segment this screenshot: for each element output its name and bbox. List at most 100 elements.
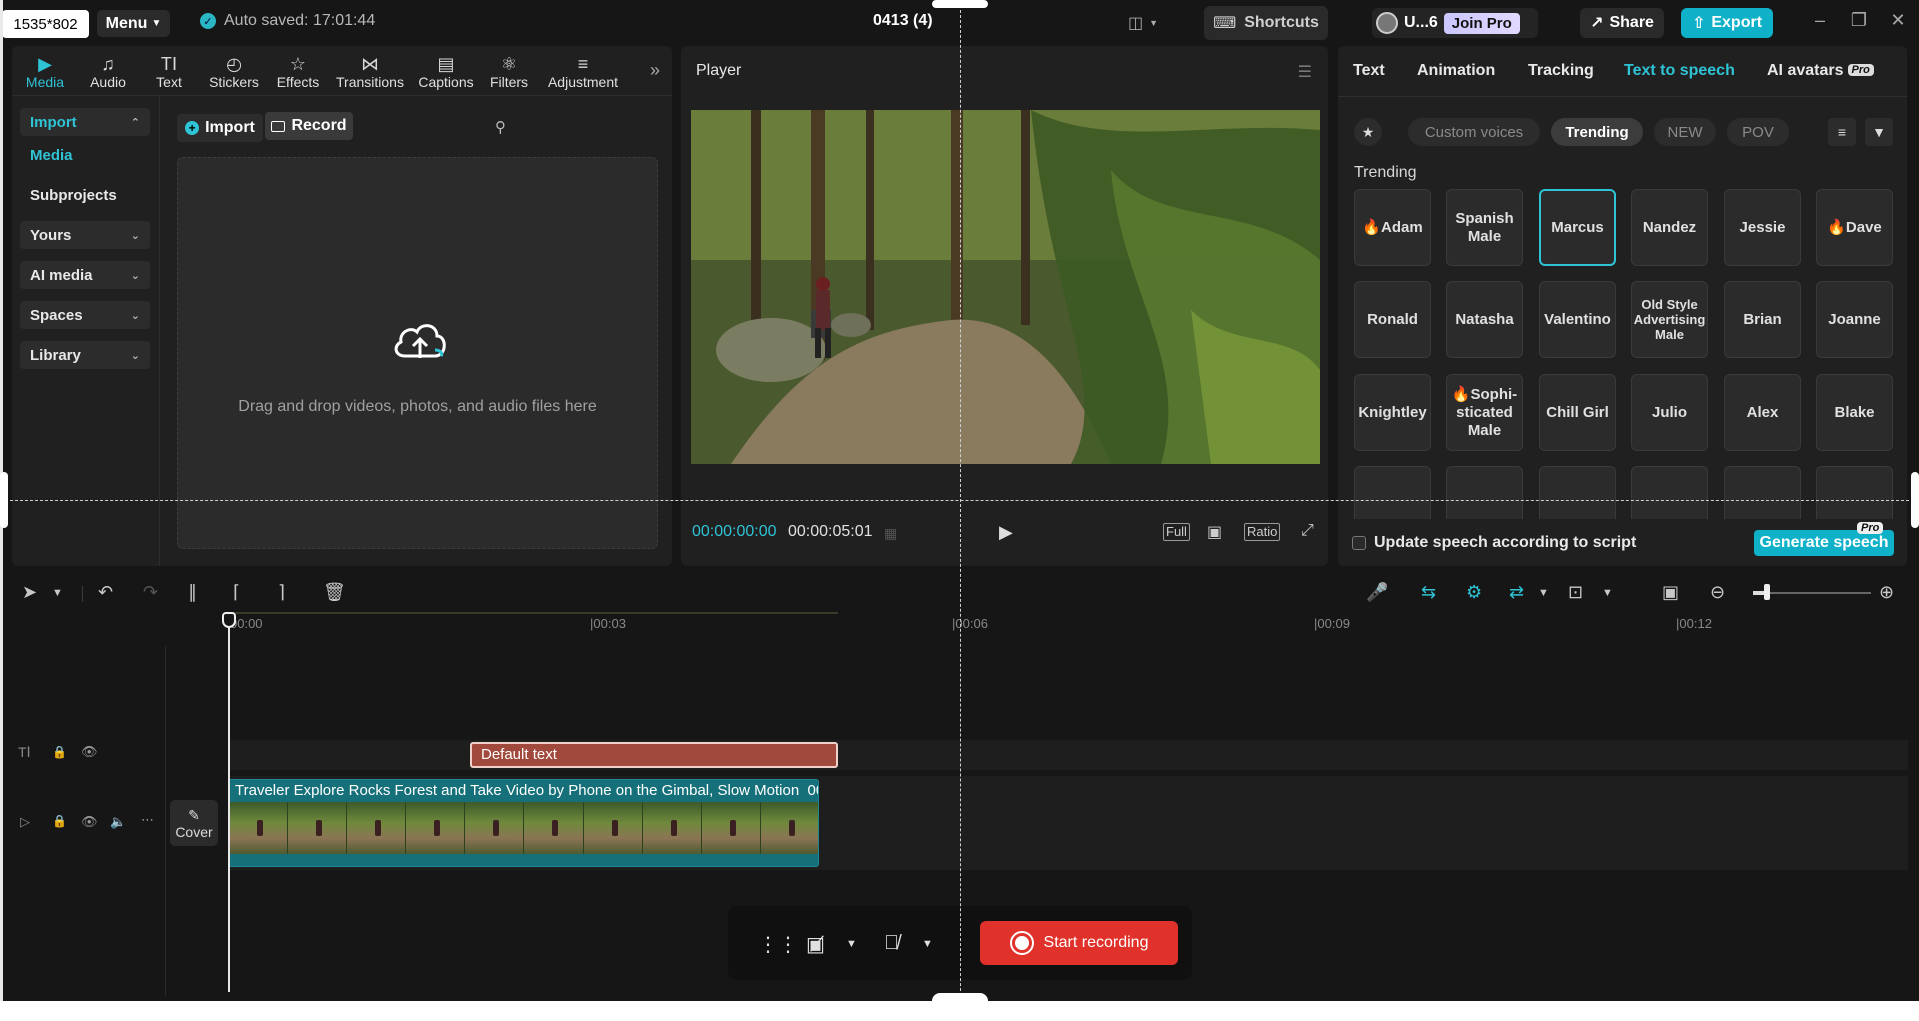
fullscreen-icon[interactable]: ⤢ <box>1301 522 1314 540</box>
full-button[interactable]: Full <box>1163 523 1190 541</box>
timeline-ruler[interactable]: 00:00 |00:03 |00:06 |00:09 |00:12 <box>228 612 1908 636</box>
voice-card-dave[interactable]: 🔥 Dave <box>1816 189 1893 266</box>
record-button[interactable]: Record <box>265 112 353 140</box>
chevron-down-icon[interactable]: ▼ <box>922 938 933 950</box>
tab-ai-avatars[interactable]: AI avatars Pro <box>1767 62 1874 80</box>
voice-card-joanne[interactable]: Joanne <box>1816 281 1893 358</box>
screenshot-icon[interactable]: ▣ <box>1207 522 1222 542</box>
restore-icon[interactable]: ❐ <box>1846 10 1872 31</box>
voice-card-brian[interactable]: Brian <box>1724 281 1801 358</box>
chevron-down-icon[interactable]: ▼ <box>1538 587 1549 599</box>
sidebar-item-yours[interactable]: Yours ⌄ <box>20 221 150 249</box>
chevron-down-icon[interactable]: ▼ <box>1865 118 1893 146</box>
ratio-button[interactable]: Ratio <box>1244 523 1281 541</box>
zoom-fit-icon[interactable]: ▣ <box>1662 582 1679 603</box>
microphone-icon[interactable]: 🎤 <box>1366 582 1388 603</box>
split-right-icon[interactable]: ⌉ <box>278 582 285 603</box>
tab-media[interactable]: ▶ Media <box>16 50 74 94</box>
chip-new[interactable]: NEW <box>1654 118 1716 146</box>
zoom-slider-handle[interactable] <box>1764 584 1770 600</box>
sidebar-item-ai-media[interactable]: AI media ⌄ <box>20 261 150 289</box>
resize-handle-top[interactable] <box>932 0 988 8</box>
voice-card-valentino[interactable]: Valentino <box>1539 281 1616 358</box>
tab-audio[interactable]: ♫ Audio <box>80 50 136 94</box>
eye-icon[interactable]: 👁 <box>81 814 98 830</box>
split-left-icon[interactable]: ⌈ <box>233 582 240 603</box>
share-button[interactable]: ↗ Share <box>1580 8 1664 38</box>
tab-text-to-speech[interactable]: Text to speech <box>1624 62 1735 80</box>
chevron-down-icon[interactable]: ▼ <box>1602 587 1613 599</box>
layout-button[interactable]: ◫ ▼ <box>1128 12 1168 34</box>
tab-adjustment[interactable]: ≡ Adjustment <box>540 50 626 94</box>
magnet-link-icon[interactable]: ⇆ <box>1421 582 1436 603</box>
camera-off-icon[interactable]: ▣̸ <box>806 932 825 957</box>
voice-card-alex[interactable]: Alex <box>1724 374 1801 451</box>
voice-card-partial[interactable] <box>1354 466 1431 519</box>
play-icon[interactable]: ▶ <box>999 522 1013 543</box>
export-button[interactable]: ⇧ Export <box>1681 8 1773 38</box>
lock-icon[interactable]: 🔒 <box>52 814 67 828</box>
speaker-icon[interactable]: 🔈 <box>110 814 126 830</box>
voice-card-partial[interactable] <box>1724 466 1801 519</box>
split-icon[interactable]: ∥ <box>188 582 197 603</box>
video-clip[interactable]: Traveler Explore Rocks Forest and Take V… <box>228 779 819 867</box>
link-icon[interactable]: ⇄ <box>1509 582 1524 603</box>
voice-card-partial[interactable] <box>1816 466 1893 519</box>
sidebar-item-spaces[interactable]: Spaces ⌄ <box>20 301 150 329</box>
voice-card-jessie[interactable]: Jessie <box>1724 189 1801 266</box>
voice-card-nandez[interactable]: Nandez <box>1631 189 1708 266</box>
sidebar-item-subprojects[interactable]: Subprojects <box>20 181 150 209</box>
voice-card-spanish-male[interactable]: Spanish Male <box>1446 189 1523 266</box>
resize-handle-left[interactable] <box>0 472 8 528</box>
import-button[interactable]: + Import <box>177 114 263 142</box>
voice-card-blake[interactable]: Blake <box>1816 374 1893 451</box>
sidebar-item-import[interactable]: Import ⌃ <box>20 108 150 136</box>
voice-card-partial[interactable] <box>1631 466 1708 519</box>
video-preview[interactable] <box>691 110 1320 464</box>
chevron-down-icon[interactable]: ▼ <box>846 938 857 950</box>
tab-tracking[interactable]: Tracking <box>1528 62 1594 80</box>
voice-card-natasha[interactable]: Natasha <box>1446 281 1523 358</box>
zoom-in-icon[interactable]: ⊕ <box>1879 582 1894 603</box>
shortcuts-button[interactable]: ⌨ Shortcuts <box>1204 6 1328 40</box>
voice-card-marcus[interactable]: Marcus <box>1539 189 1616 266</box>
more-icon[interactable]: ⋯ <box>141 812 154 828</box>
join-pro-button[interactable]: Join Pro <box>1443 12 1520 34</box>
tab-animation[interactable]: Animation <box>1417 62 1495 80</box>
redo-icon[interactable]: ↷ <box>143 582 158 603</box>
start-recording-button[interactable]: Start recording <box>980 921 1178 965</box>
cover-button[interactable]: ✎ Cover <box>170 800 218 846</box>
project-title[interactable]: 0413 (4) <box>873 12 933 30</box>
tab-text[interactable]: TⅠ Text <box>144 50 194 94</box>
voice-card-sophisticated-male[interactable]: 🔥Sophi-sticated Male <box>1446 374 1523 451</box>
text-clip[interactable]: Default text <box>470 742 838 768</box>
playhead[interactable] <box>228 612 230 992</box>
voice-card-partial[interactable] <box>1539 466 1616 519</box>
sidebar-item-library[interactable]: Library ⌄ <box>20 341 150 369</box>
playhead-handle[interactable] <box>222 612 236 628</box>
chip-custom-voices[interactable]: Custom voices <box>1408 118 1540 146</box>
favorites-star-icon[interactable]: ★ <box>1354 118 1382 146</box>
hamburger-icon[interactable]: ☰ <box>1298 62 1312 82</box>
zoom-slider-track[interactable] <box>1753 592 1871 594</box>
tab-text[interactable]: Text <box>1353 62 1385 80</box>
tab-filters[interactable]: ⚛ Filters <box>484 50 534 94</box>
minimize-icon[interactable]: – <box>1807 10 1833 31</box>
lock-icon[interactable]: 🔒 <box>52 745 67 759</box>
tab-effects[interactable]: ☆ Effects <box>270 50 326 94</box>
microphone-off-icon[interactable]: 🎙̸ <box>884 932 899 955</box>
select-cursor-icon[interactable]: ➤ <box>22 582 37 603</box>
menu-button[interactable]: Menu ▼ <box>97 10 170 37</box>
update-speech-checkbox[interactable] <box>1352 536 1366 550</box>
tab-captions[interactable]: ▤ Captions <box>414 50 478 94</box>
voice-card-julio[interactable]: Julio <box>1631 374 1708 451</box>
voice-card-chill-girl[interactable]: Chill Girl <box>1539 374 1616 451</box>
drag-handle-icon[interactable]: ⋮⋮ <box>758 932 798 957</box>
chip-trending[interactable]: Trending <box>1551 118 1643 146</box>
sidebar-item-media[interactable]: Media <box>20 141 150 169</box>
undo-icon[interactable]: ↶ <box>98 582 113 603</box>
voice-card-ronald[interactable]: Ronald <box>1354 281 1431 358</box>
list-icon[interactable]: ▦ <box>884 525 897 542</box>
update-speech-option[interactable]: Update speech according to script <box>1352 534 1636 552</box>
snap-icon[interactable]: ⚙ <box>1466 582 1482 603</box>
